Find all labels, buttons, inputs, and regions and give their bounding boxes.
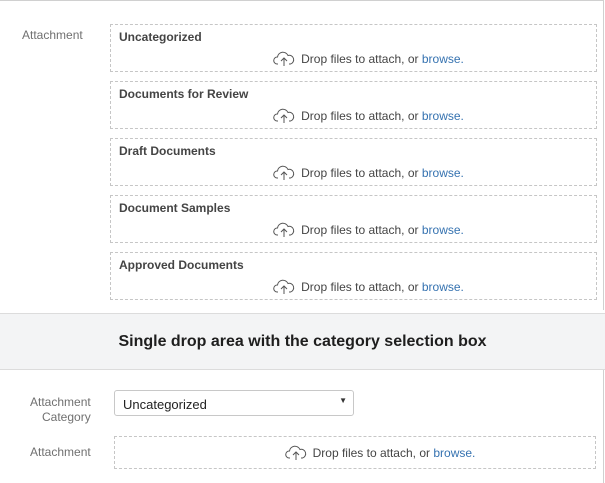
drop-text: Drop files to attach, or — [301, 223, 419, 237]
chevron-down-icon: ▼ — [339, 396, 347, 405]
drop-zone-approved-documents[interactable]: Approved Documents Drop files to attach,… — [110, 252, 597, 300]
cloud-upload-icon — [273, 165, 295, 180]
category-title: Documents for Review — [119, 87, 249, 101]
drop-row: Drop files to attach, or browse. — [111, 49, 596, 69]
browse-link[interactable]: browse. — [433, 446, 475, 460]
attachments-by-category-panel: Attachment Uncategorized Drop files to a… — [0, 0, 604, 310]
drop-zone-document-samples[interactable]: Document Samples Drop files to attach, o… — [110, 195, 597, 243]
drop-text: Drop files to attach, or — [301, 109, 419, 123]
drop-row: Drop files to attach, or browse. — [111, 277, 596, 297]
cloud-upload-icon — [273, 279, 295, 294]
attachment-category-label: Attachment Category — [30, 395, 91, 425]
category-select-value: Uncategorized — [123, 397, 207, 412]
browse-link[interactable]: browse. — [422, 166, 464, 180]
drop-text: Drop files to attach, or — [301, 52, 419, 66]
drop-zone-draft-documents[interactable]: Draft Documents Drop files to attach, or… — [110, 138, 597, 186]
category-title: Document Samples — [119, 201, 231, 215]
banner-title: Single drop area with the category selec… — [118, 332, 487, 350]
attachment-category-label-line2: Category — [42, 410, 91, 424]
browse-link[interactable]: browse. — [422, 223, 464, 237]
cloud-upload-icon — [273, 108, 295, 123]
drop-text: Drop files to attach, or — [301, 166, 419, 180]
browse-link[interactable]: browse. — [422, 52, 464, 66]
drop-row: Drop files to attach, or browse. — [111, 163, 596, 183]
browse-link[interactable]: browse. — [422, 109, 464, 123]
attachment-category-label-line1: Attachment — [30, 395, 91, 409]
section-banner: Single drop area with the category selec… — [0, 313, 605, 370]
single-drop-zone[interactable]: Drop files to attach, or browse. — [114, 436, 596, 469]
category-title: Draft Documents — [119, 144, 216, 158]
drop-zone-uncategorized[interactable]: Uncategorized Drop files to attach, or b… — [110, 24, 597, 72]
attachment-label: Attachment — [22, 28, 83, 42]
attachment-label-bottom: Attachment — [30, 445, 91, 459]
category-title: Uncategorized — [119, 30, 202, 44]
drop-row: Drop files to attach, or browse. — [111, 220, 596, 240]
cloud-upload-icon — [273, 222, 295, 237]
cloud-upload-icon — [273, 51, 295, 66]
drop-zone-documents-for-review[interactable]: Documents for Review Drop files to attac… — [110, 81, 597, 129]
drop-text: Drop files to attach, or — [301, 280, 419, 294]
cloud-upload-icon — [284, 445, 306, 460]
category-select[interactable]: Uncategorized ▼ — [114, 390, 354, 416]
drop-text: Drop files to attach, or — [312, 445, 430, 460]
drop-row: Drop files to attach, or browse. — [111, 106, 596, 126]
browse-link[interactable]: browse. — [422, 280, 464, 294]
category-title: Approved Documents — [119, 258, 244, 272]
